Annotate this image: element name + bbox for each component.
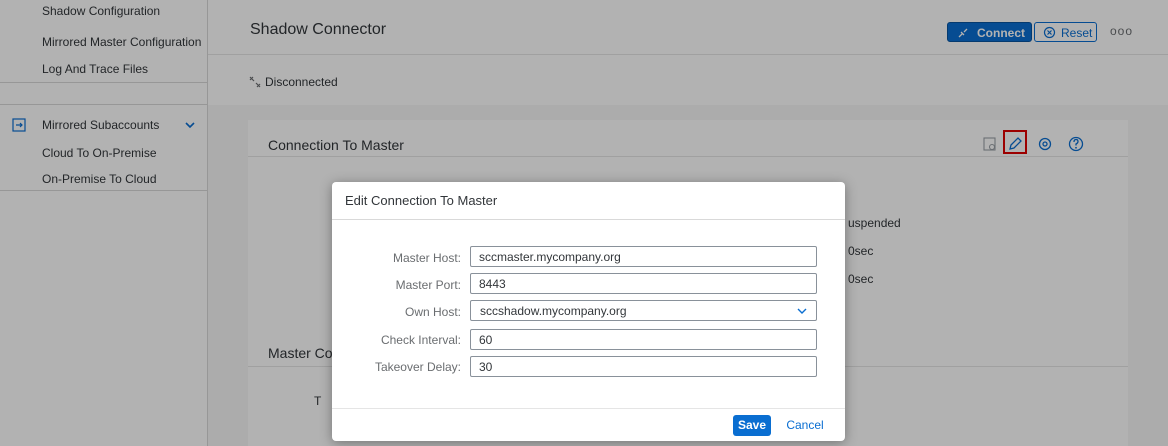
edit-connection-dialog: Edit Connection To Master Master Host: M… bbox=[332, 182, 845, 441]
own-host-value: sccshadow.mycompany.org bbox=[480, 304, 627, 318]
check-interval-input[interactable] bbox=[470, 329, 817, 350]
master-port-label: Master Port: bbox=[395, 278, 461, 292]
takeover-delay-label: Takeover Delay: bbox=[374, 360, 461, 374]
save-button[interactable]: Save bbox=[733, 415, 771, 436]
dialog-footer-divider bbox=[332, 408, 845, 409]
master-port-input[interactable] bbox=[470, 273, 817, 294]
chevron-down-icon[interactable] bbox=[796, 305, 808, 317]
master-host-label: Master Host: bbox=[392, 251, 461, 265]
master-host-input[interactable] bbox=[470, 246, 817, 267]
cancel-button[interactable]: Cancel bbox=[782, 415, 828, 436]
own-host-label: Own Host: bbox=[404, 305, 461, 319]
check-interval-label: Check Interval: bbox=[380, 333, 461, 347]
takeover-delay-input[interactable] bbox=[470, 356, 817, 377]
own-host-select[interactable]: sccshadow.mycompany.org bbox=[470, 300, 817, 321]
dialog-header-divider bbox=[332, 219, 845, 220]
dialog-title: Edit Connection To Master bbox=[345, 193, 498, 208]
